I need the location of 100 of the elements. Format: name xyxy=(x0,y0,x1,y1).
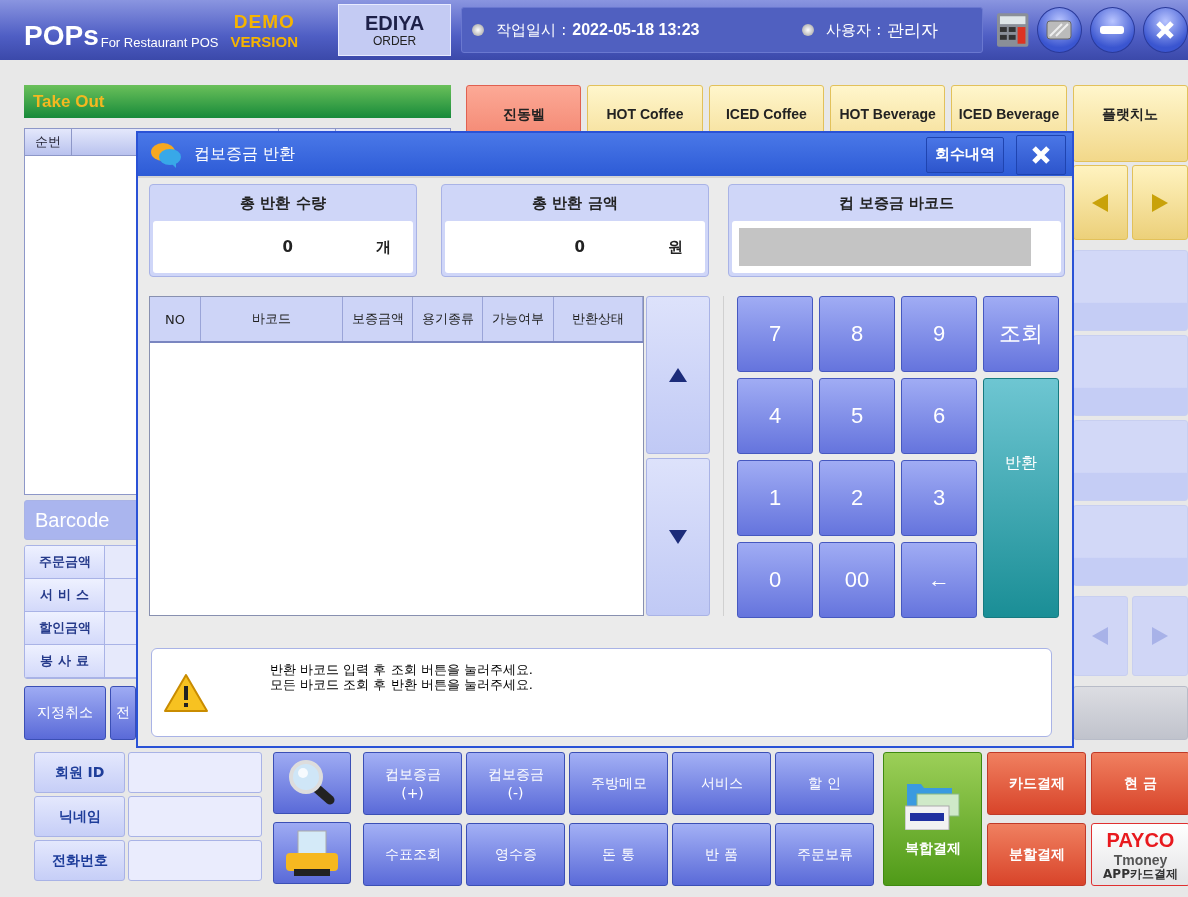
payment-button[interactable]: 현 금 xyxy=(1091,752,1188,815)
column-header: NO xyxy=(150,297,201,341)
column-header: 순번 xyxy=(25,129,72,155)
summary-label: 봉 사 료 xyxy=(25,645,105,677)
print-button[interactable] xyxy=(273,822,351,884)
user-name: 관리자 xyxy=(887,18,939,42)
order-type-bar: Take Out xyxy=(24,85,451,118)
history-button[interactable]: 회수내역 xyxy=(926,136,1004,173)
payment-button[interactable]: 카드결제 xyxy=(987,752,1086,815)
close-icon xyxy=(1032,145,1050,164)
menu-tile[interactable] xyxy=(1072,335,1188,416)
status-dot-icon xyxy=(472,24,485,36)
total-value: 0 xyxy=(281,238,293,256)
cancel-button[interactable]: 전 xyxy=(110,686,136,740)
card-title: 총 반환 수량 xyxy=(239,192,327,214)
keypad-key[interactable]: ← xyxy=(901,542,977,618)
payment-button[interactable]: 분할결제 xyxy=(987,823,1086,886)
member-label: 회원 ID xyxy=(34,752,125,793)
cancel-button[interactable]: 지정취소 xyxy=(24,686,106,740)
brand-subtitle: ORDER xyxy=(372,34,417,48)
function-button[interactable]: 주문보류 xyxy=(775,823,874,886)
window-icon xyxy=(1046,20,1073,40)
keypad-key[interactable]: 3 xyxy=(901,460,977,536)
function-button[interactable]: 주방메모 xyxy=(569,752,668,815)
prev-button[interactable] xyxy=(1072,596,1129,676)
keypad-key[interactable]: 4 xyxy=(737,378,813,454)
keypad-key[interactable]: 0 xyxy=(737,542,813,618)
up-arrow-icon xyxy=(669,368,687,382)
column-header: 반환상태 xyxy=(554,297,643,341)
dialog-title: 컵보증금 반환 xyxy=(194,144,297,165)
keypad-key[interactable]: 00 xyxy=(819,542,895,618)
left-arrow-icon xyxy=(1092,627,1109,645)
screen-button[interactable] xyxy=(1036,7,1082,53)
scroll-up-button[interactable] xyxy=(646,296,710,454)
printer-icon xyxy=(284,829,340,877)
left-arrow-icon xyxy=(1092,193,1109,212)
right-arrow-icon xyxy=(1152,627,1169,645)
function-button[interactable]: 돈 통 xyxy=(569,823,668,886)
barcode-field[interactable] xyxy=(739,228,1031,266)
member-field[interactable] xyxy=(128,840,262,881)
logo-subtitle: For Restaurant POS xyxy=(100,34,219,50)
function-button[interactable]: 수표조회 xyxy=(363,823,462,886)
card-title: 컵 보증금 바코드 xyxy=(837,192,956,214)
unit-label: 원 xyxy=(668,237,683,257)
column-header: 가능여부 xyxy=(483,297,554,341)
message-text: 모든 바코드 조회 후 반환 버튼을 눌러주세요. xyxy=(270,677,533,692)
brand-name: EDIYA xyxy=(364,12,425,34)
keypad-key[interactable]: 5 xyxy=(819,378,895,454)
keypad-key[interactable]: 8 xyxy=(819,296,895,372)
keypad-key[interactable]: 2 xyxy=(819,460,895,536)
message-text: 반환 바코드 입력 후 조회 버튼을 눌러주세요. xyxy=(270,663,533,678)
keypad-key[interactable]: 1 xyxy=(737,460,813,536)
member-field[interactable] xyxy=(128,796,262,837)
status-dot-icon xyxy=(802,24,815,36)
close-button[interactable] xyxy=(1142,7,1188,53)
member-label: 전화번호 xyxy=(34,840,125,881)
menu-tile[interactable] xyxy=(1072,420,1188,501)
total-value: 0 xyxy=(573,238,585,256)
function-button[interactable]: 영수증 xyxy=(466,823,565,886)
return-button[interactable]: 반환 xyxy=(983,378,1059,618)
minimize-icon xyxy=(1100,26,1125,34)
function-button[interactable]: 서비스 xyxy=(672,752,771,815)
search-icon xyxy=(288,760,336,806)
member-field[interactable] xyxy=(128,752,262,793)
card-title: 총 반환 금액 xyxy=(531,192,619,214)
keypad-key[interactable]: 조회 xyxy=(983,296,1059,372)
function-button[interactable]: 할 인 xyxy=(775,752,874,815)
summary-label: 주문금액 xyxy=(25,546,105,578)
logo-text: POPs xyxy=(24,21,99,50)
version-label: VERSION xyxy=(230,32,298,50)
minimize-button[interactable] xyxy=(1089,7,1135,53)
close-icon xyxy=(1156,21,1175,39)
right-arrow-icon xyxy=(1152,193,1169,212)
prev-button[interactable] xyxy=(1072,165,1129,240)
search-button[interactable] xyxy=(273,752,351,814)
menu-tile[interactable] xyxy=(1072,250,1188,331)
summary-label: 할인금액 xyxy=(25,612,105,644)
function-button[interactable]: 컵보증금 (-) xyxy=(466,752,565,815)
category-tab[interactable]: 플랫치노 xyxy=(1072,85,1188,162)
function-button[interactable]: 컵보증금 (+) xyxy=(363,752,462,815)
demo-label: DEMO xyxy=(232,10,296,33)
user-label: 사용자 : xyxy=(826,20,882,40)
close-button[interactable] xyxy=(1016,134,1066,175)
member-label: 닉네임 xyxy=(34,796,125,837)
keypad-key[interactable]: 7 xyxy=(737,296,813,372)
payment-button[interactable]: PAYCO Tmoney APP카드결제 xyxy=(1091,823,1188,886)
column-header: 용기종류 xyxy=(413,297,483,341)
keypad-key[interactable]: 6 xyxy=(901,378,977,454)
unit-label: 개 xyxy=(376,237,391,257)
calculator-icon[interactable] xyxy=(997,13,1029,47)
payment-button[interactable]: 복합결제 xyxy=(883,752,982,886)
menu-tile[interactable] xyxy=(1072,505,1188,586)
column-header: 보증금액 xyxy=(343,297,413,341)
scroll-down-button[interactable] xyxy=(646,458,710,616)
summary-label: 서 비 스 xyxy=(25,579,105,611)
work-date: 2022-05-18 13:23 xyxy=(572,21,700,39)
warning-icon xyxy=(164,673,208,712)
function-button[interactable]: 반 품 xyxy=(672,823,771,886)
keypad-key[interactable]: 9 xyxy=(901,296,977,372)
chat-bubble-icon xyxy=(150,141,182,168)
